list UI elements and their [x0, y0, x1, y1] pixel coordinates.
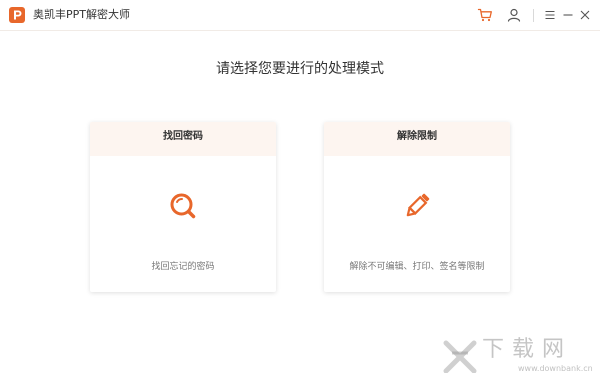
- menu-icon[interactable]: [542, 7, 558, 23]
- user-icon[interactable]: [506, 7, 522, 23]
- watermark-text: 下载网: [482, 337, 573, 362]
- title-bar: 奥凯丰PPT解密大师: [0, 0, 600, 31]
- pencil-icon: [402, 191, 432, 221]
- titlebar-separator: [533, 9, 534, 22]
- card-title: 解除限制: [397, 131, 437, 142]
- cart-icon[interactable]: [477, 7, 493, 23]
- watermark-logo-icon: [443, 340, 477, 373]
- card-description: 找回忘记的密码: [151, 262, 215, 272]
- recover-password-card[interactable]: 找回密码 找回忘记的密码: [90, 122, 276, 292]
- close-icon[interactable]: [577, 7, 593, 23]
- watermark-url: www.downbank.cn: [518, 364, 593, 373]
- app-title: 奥凯丰PPT解密大师: [33, 8, 130, 21]
- minimize-icon[interactable]: [560, 7, 576, 23]
- remove-restrictions-card[interactable]: 解除限制 解除不可编辑、打印、签名等限制: [324, 122, 510, 292]
- watermark: 下载网 www.downbank.cn: [440, 335, 600, 380]
- card-title: 找回密码: [163, 131, 203, 142]
- card-description: 解除不可编辑、打印、签名等限制: [349, 262, 485, 272]
- page-heading: 请选择您要进行的处理模式: [216, 61, 384, 77]
- app-logo-icon: [9, 7, 25, 23]
- magnifier-icon: [168, 191, 198, 221]
